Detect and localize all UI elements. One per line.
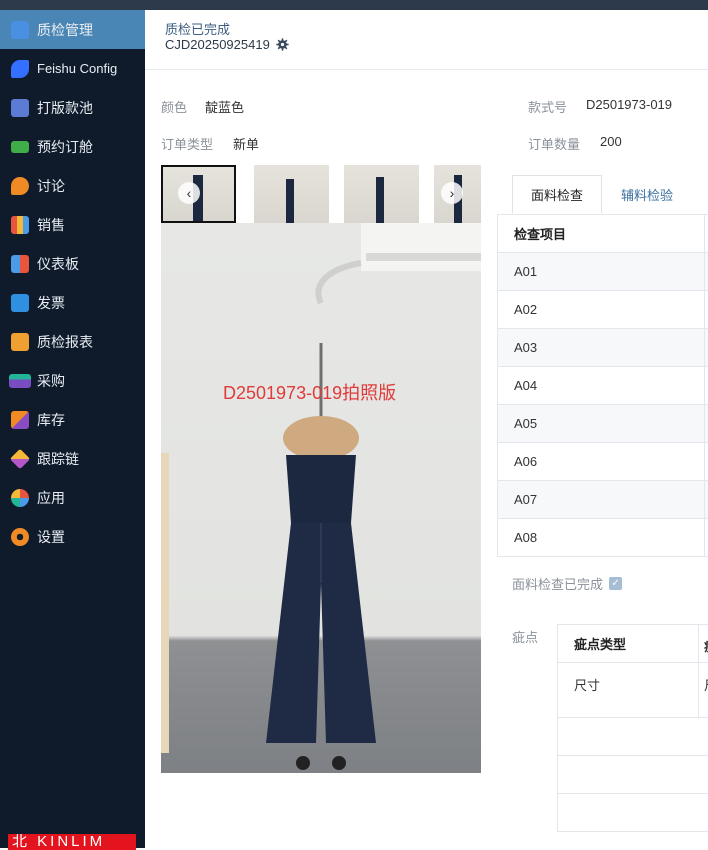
sidebar-item-qc-report[interactable]: 质检报表 [0, 322, 145, 361]
sidebar: 质检管理 Feishu Config 打版款池 预约订舱 讨论 销售 仪表板 发… [0, 10, 145, 850]
qc-code: CJD20250925419 [165, 37, 270, 52]
product-photo-drawing [161, 223, 481, 770]
thumbnail-2[interactable] [254, 165, 329, 223]
table-row[interactable] [558, 756, 708, 794]
top-bar [0, 0, 708, 10]
sidebar-item-inventory[interactable]: 库存 [0, 400, 145, 439]
table-row[interactable]: A02 [497, 291, 708, 329]
bar-chart-icon [11, 215, 29, 234]
garment-figure [286, 179, 294, 223]
inspection-table: 检查项目 A01 A02 A03 A04 A05 A06 A07 A08 [497, 214, 708, 557]
table-row[interactable]: A03 [497, 329, 708, 367]
sidebar-item-discussion[interactable]: 讨论 [0, 166, 145, 205]
sidebar-item-apps[interactable]: 应用 [0, 478, 145, 517]
chat-icon [11, 176, 29, 195]
sidebar-item-invoice[interactable]: 发票 [0, 283, 145, 322]
main-panel: 质检已完成 CJD20250925419 颜色 靛蓝色 款式号 D2501973… [145, 10, 708, 848]
order-qty-value: 200 [600, 134, 622, 149]
sidebar-item-qc-management[interactable]: 质检管理 [0, 10, 145, 49]
chevron-left-icon[interactable]: ‹ [178, 182, 200, 204]
qc-code-row: CJD20250925419 [165, 37, 289, 52]
sidebar-item-label: 设置 [37, 528, 65, 545]
sidebar-item-label: 质检报表 [37, 333, 93, 350]
sidebar-item-label: 跟踪链 [37, 450, 79, 467]
sidebar-item-feishu-config[interactable]: Feishu Config [0, 49, 145, 88]
trace-chain-icon [9, 448, 31, 469]
table-row[interactable]: A07 [497, 481, 708, 519]
fabric-done-row: 面料检查已完成 ✓ [512, 574, 623, 593]
product-photo: D2501973-019拍照版 [161, 223, 481, 773]
sidebar-item-sample-pool[interactable]: 打版款池 [0, 88, 145, 127]
table-row[interactable]: A05 [497, 405, 708, 443]
color-label: 颜色 [161, 100, 188, 115]
table-row[interactable] [558, 794, 708, 832]
table-header: 检查项目 [497, 215, 708, 253]
header-divider [145, 69, 708, 70]
table-row[interactable]: A06 [497, 443, 708, 481]
defect-label: 疵点 [512, 630, 539, 645]
sidebar-item-label: 应用 [37, 489, 65, 506]
sidebar-item-sales[interactable]: 销售 [0, 205, 145, 244]
sidebar-item-label: 打版款池 [37, 99, 93, 116]
style-label: 款式号 [528, 100, 568, 115]
sidebar-item-label: 发票 [37, 294, 65, 311]
sidebar-item-settings[interactable]: 设置 [0, 517, 145, 556]
tab-accessory-inspection[interactable]: 辅料检验 [602, 175, 692, 213]
style-value: D2501973-019 [586, 97, 673, 112]
inventory-icon [11, 410, 29, 429]
order-type-label: 订单类型 [161, 137, 214, 152]
table-row[interactable]: A01 [497, 253, 708, 291]
photo-caption: D2501973-019拍照版 [223, 383, 397, 403]
thumbnail-3[interactable] [344, 165, 419, 223]
table-row[interactable]: A08 [497, 519, 708, 557]
sidebar-item-label: 预约订舱 [37, 138, 93, 155]
fabric-done-checkbox[interactable]: ✓ [609, 577, 623, 590]
garment-figure [376, 177, 384, 223]
sidebar-item-dashboard[interactable]: 仪表板 [0, 244, 145, 283]
sidebar-item-purchase[interactable]: 采购 [0, 361, 145, 400]
defect-table-header: 疵点类型 疵 [558, 625, 708, 663]
chevron-right-icon[interactable]: › [441, 182, 463, 204]
sidebar-item-label: Feishu Config [37, 61, 118, 76]
sidebar-item-label: 讨论 [37, 177, 65, 194]
sidebar-item-trace-chain[interactable]: 跟踪链 [0, 439, 145, 478]
purchase-icon [9, 373, 31, 388]
sidebar-item-booking[interactable]: 预约订舱 [0, 127, 145, 166]
apps-icon [11, 488, 29, 507]
report-icon [11, 332, 29, 351]
invoice-icon [11, 293, 29, 312]
ship-icon [11, 140, 29, 153]
qc-status: 质检已完成 [165, 22, 231, 37]
table-row[interactable] [558, 718, 708, 756]
tab-fabric-inspection[interactable]: 面料检查 [512, 175, 602, 213]
dashboard-icon [11, 254, 29, 273]
defect-table: 疵点类型 疵 尺寸 尺 [557, 624, 708, 832]
table-row[interactable]: A04 [497, 367, 708, 405]
sidebar-item-label: 销售 [37, 216, 65, 233]
order-type-value: 新单 [233, 137, 260, 152]
sidebar-item-label: 采购 [37, 372, 65, 389]
qc-doc-icon [11, 20, 29, 39]
sidebar-item-label: 库存 [37, 411, 65, 428]
sample-pool-icon [11, 98, 29, 117]
table-row[interactable]: 尺寸 尺 [558, 663, 708, 718]
gear-icon[interactable] [276, 38, 289, 51]
settings-icon [11, 527, 29, 546]
fabric-done-label: 面料检查已完成 [512, 577, 604, 592]
sidebar-item-label: 质检管理 [37, 21, 93, 38]
order-qty-label: 订单数量 [528, 137, 581, 152]
color-value: 靛蓝色 [205, 100, 245, 115]
sidebar-item-label: 仪表板 [37, 255, 79, 272]
feishu-icon [11, 59, 29, 78]
